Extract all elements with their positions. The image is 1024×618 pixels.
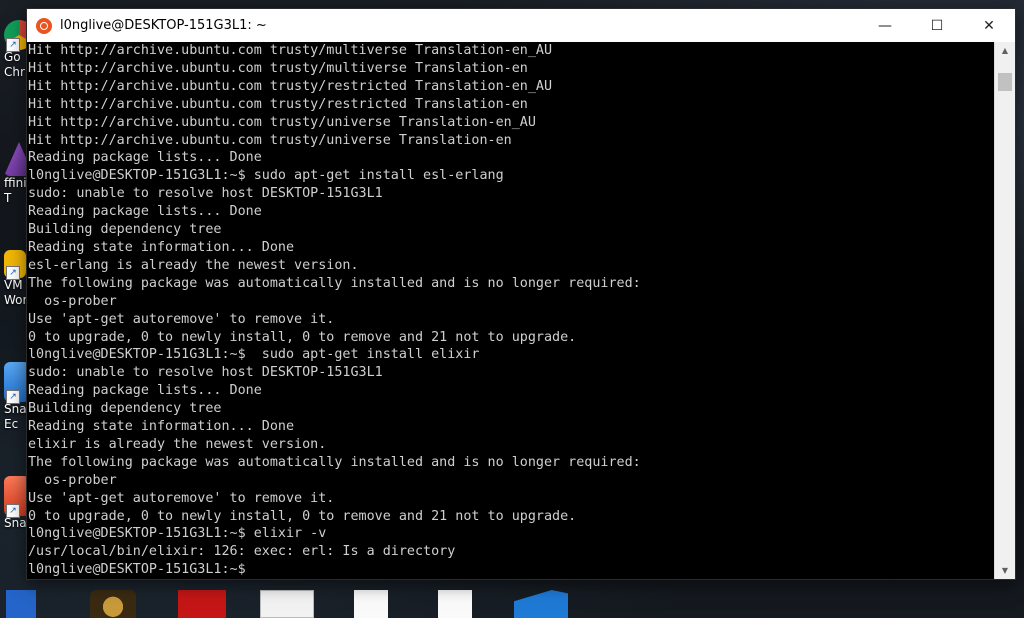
- desktop-icon-red-app[interactable]: [178, 590, 226, 618]
- terminal-line: elixir is already the newest version.: [28, 436, 327, 452]
- minimize-button[interactable]: —: [859, 9, 911, 42]
- scroll-down-button[interactable]: ▼: [995, 562, 1015, 579]
- ubuntu-icon: [36, 17, 52, 34]
- outlook-icon: [6, 590, 36, 618]
- close-icon: ✕: [983, 17, 995, 34]
- document-icon: [354, 590, 388, 618]
- desktop-icon-spreadsheet[interactable]: [260, 590, 314, 618]
- scrollbar-thumb[interactable]: [998, 73, 1012, 91]
- terminal-line: l0nglive@DESKTOP-151G3L1:~$ sudo apt-get…: [28, 347, 480, 363]
- terminal-line: l0nglive@DESKTOP-151G3L1:~$: [28, 562, 254, 578]
- terminal-line: os-prober: [28, 293, 117, 309]
- terminal-line: esl-erlang is already the newest version…: [28, 257, 359, 273]
- chevron-down-icon: ▼: [1001, 566, 1009, 575]
- window-title: l0nglive@DESKTOP-151G3L1: ~: [60, 18, 267, 33]
- terminal-line: Reading state information... Done: [28, 419, 295, 435]
- terminal-line: Use 'apt-get autoremove' to remove it.: [28, 311, 335, 327]
- terminal-line: The following package was automatically …: [28, 454, 641, 470]
- shortcut-arrow-icon: ↗: [6, 504, 20, 518]
- terminal-line: 0 to upgrade, 0 to newly install, 0 to r…: [28, 508, 577, 524]
- spreadsheet-icon: [260, 590, 314, 618]
- terminal-line: Building dependency tree: [28, 401, 222, 417]
- maximize-button[interactable]: ☐: [911, 9, 963, 42]
- document-icon: [438, 590, 472, 618]
- shortcut-arrow-icon: ↗: [6, 38, 20, 52]
- terminal-line: Reading package lists... Done: [28, 204, 262, 220]
- terminal-line: Reading state information... Done: [28, 239, 295, 255]
- shortcut-arrow-icon: ↗: [6, 266, 20, 280]
- app-icon: [178, 590, 226, 618]
- terminal-line: Hit http://archive.ubuntu.com trusty/uni…: [28, 132, 512, 148]
- vmware-icon: ↗: [4, 250, 26, 280]
- terminal-content[interactable]: Hit http://archive.ubuntu.com trusty/mul…: [27, 42, 995, 579]
- close-button[interactable]: ✕: [963, 9, 1015, 42]
- terminal-line: Building dependency tree: [28, 222, 222, 238]
- desktop-icon-vscode[interactable]: [514, 590, 570, 618]
- vscode-icon: [514, 590, 568, 618]
- terminal-line: The following package was automatically …: [28, 275, 641, 291]
- window-controls: — ☐ ✕: [859, 9, 1015, 42]
- terminal-line: Hit http://archive.ubuntu.com trusty/uni…: [28, 114, 536, 130]
- scroll-up-button[interactable]: ▲: [995, 42, 1015, 59]
- vertical-scrollbar[interactable]: ▲ ▼: [994, 42, 1015, 579]
- terminal-line: l0nglive@DESKTOP-151G3L1:~$ elixir -v: [28, 526, 327, 542]
- terminal-line: Reading package lists... Done: [28, 150, 262, 166]
- desktop-icon-game[interactable]: [90, 590, 140, 618]
- terminal-line: Hit http://archive.ubuntu.com trusty/mul…: [28, 60, 528, 76]
- game-character-icon: [90, 590, 136, 618]
- terminal-line: l0nglive@DESKTOP-151G3L1:~$ sudo apt-get…: [28, 168, 504, 184]
- terminal-line: sudo: unable to resolve host DESKTOP-151…: [28, 186, 383, 202]
- terminal-line: Hit http://archive.ubuntu.com trusty/mul…: [28, 43, 553, 58]
- desktop-icon-outlook[interactable]: [6, 590, 46, 618]
- terminal-line: /usr/local/bin/elixir: 126: exec: erl: I…: [28, 544, 456, 560]
- title-bar[interactable]: l0nglive@DESKTOP-151G3L1: ~ — ☐ ✕: [27, 9, 1015, 42]
- terminal-window[interactable]: l0nglive@DESKTOP-151G3L1: ~ — ☐ ✕ Hit ht…: [27, 9, 1015, 579]
- maximize-icon: ☐: [930, 17, 944, 34]
- desktop-icon-document-1[interactable]: [354, 590, 390, 618]
- terminal-line: Hit http://archive.ubuntu.com trusty/res…: [28, 78, 553, 94]
- terminal-line: 0 to upgrade, 0 to newly install, 0 to r…: [28, 329, 577, 345]
- terminal-line: Reading package lists... Done: [28, 383, 262, 399]
- shortcut-arrow-icon: ↗: [6, 390, 20, 404]
- chevron-up-icon: ▲: [1001, 46, 1009, 55]
- minimize-icon: —: [878, 17, 892, 34]
- terminal-line: Use 'apt-get autoremove' to remove it.: [28, 490, 335, 506]
- terminal-line: os-prober: [28, 472, 117, 488]
- terminal-output: Hit http://archive.ubuntu.com trusty/mul…: [27, 42, 995, 579]
- desktop-icon-document-2[interactable]: [438, 590, 474, 618]
- terminal-line: sudo: unable to resolve host DESKTOP-151…: [28, 365, 383, 381]
- terminal-line: Hit http://archive.ubuntu.com trusty/res…: [28, 96, 528, 112]
